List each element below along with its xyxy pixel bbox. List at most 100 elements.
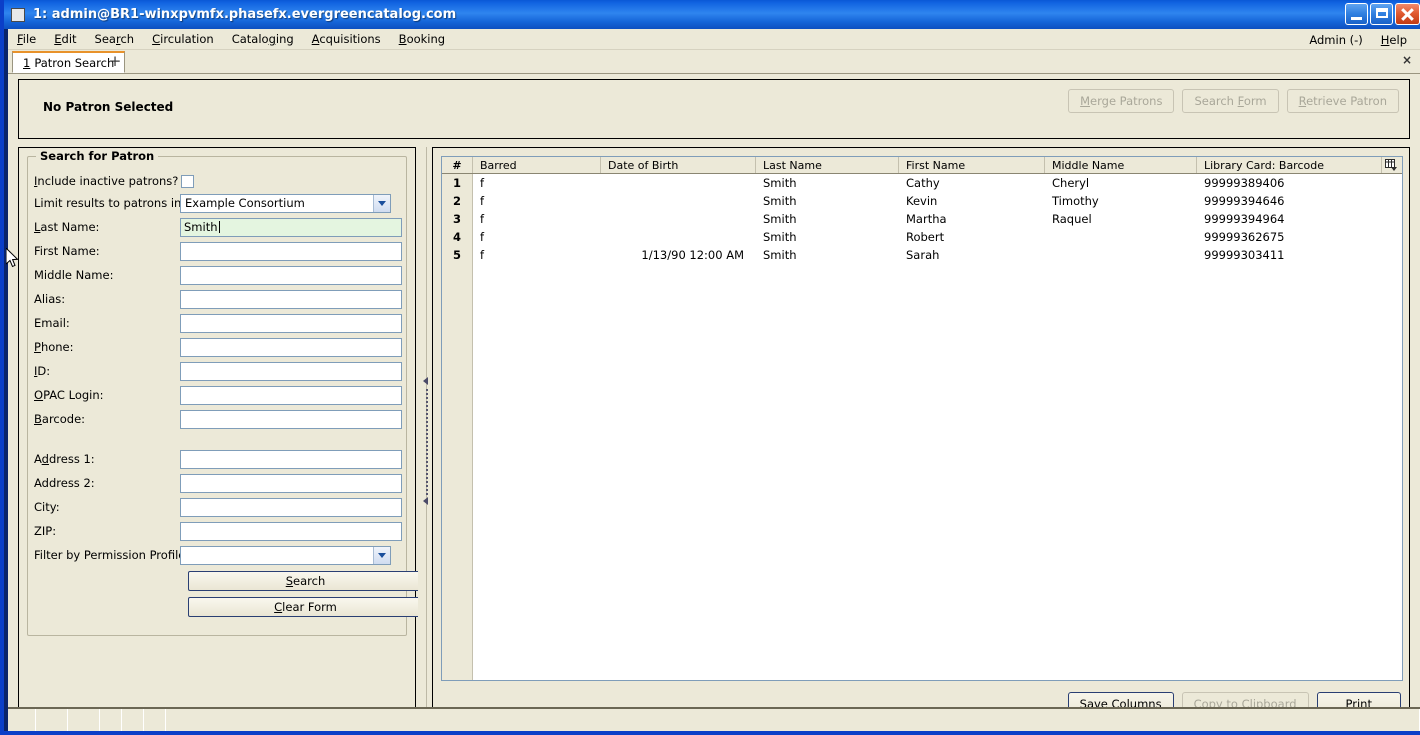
- menu-booking[interactable]: Booking: [390, 30, 454, 48]
- cell-barcode: 99999394964: [1204, 212, 1285, 226]
- menu-edit[interactable]: Edit: [45, 30, 85, 48]
- new-tab-button[interactable]: +: [106, 53, 124, 71]
- patron-status-label: No Patron Selected: [43, 100, 174, 114]
- address2-input[interactable]: [180, 473, 402, 493]
- search-button[interactable]: Search: [188, 571, 423, 591]
- splitter-expand-icon[interactable]: [423, 497, 428, 505]
- column-picker-icon[interactable]: [1383, 158, 1399, 172]
- id-input[interactable]: [180, 361, 402, 381]
- city-input[interactable]: [180, 497, 402, 517]
- search-form-pane: Search for Patron Include inactive patro…: [18, 147, 423, 725]
- cell-first-name: Kevin: [906, 194, 938, 208]
- permission-profile-select[interactable]: [180, 545, 391, 565]
- address1-input[interactable]: [180, 449, 402, 469]
- patron-action-buttons: Merge Patrons Search Form Retrieve Patro…: [1068, 89, 1399, 113]
- table-row[interactable]: 1 f Smith Cathy Cheryl 99999389406: [442, 174, 1402, 192]
- cell-dob: 1/13/90 12:00 AM: [641, 248, 744, 262]
- table-row[interactable]: 3 f Smith Martha Raquel 99999394964: [442, 210, 1402, 228]
- status-segment: [68, 709, 100, 731]
- email-label: Email:: [34, 316, 70, 330]
- cell-dob: [601, 228, 756, 246]
- column-header-barred[interactable]: Barred: [473, 157, 601, 173]
- cell-first-name: Sarah: [906, 248, 940, 262]
- column-header-num[interactable]: #: [442, 157, 473, 173]
- results-pane: # Barred Date of Birth Last Name First N…: [432, 147, 1410, 725]
- menu-bar: File Edit Search Circulation Cataloging …: [8, 29, 1420, 50]
- retrieve-patron-button[interactable]: Retrieve Patron: [1286, 89, 1399, 113]
- window-icon: [11, 7, 25, 22]
- row-number: 2: [442, 192, 473, 210]
- permission-profile-label: Filter by Permission Profile:: [34, 548, 190, 562]
- search-for-patron-fieldset: Search for Patron Include inactive patro…: [27, 149, 423, 636]
- middle-name-input[interactable]: [180, 265, 402, 285]
- menu-acquisitions[interactable]: Acquisitions: [303, 30, 390, 48]
- cell-middle-name: [1045, 228, 1197, 246]
- splitter-grip[interactable]: [426, 389, 428, 495]
- limit-results-value: Example Consortium: [185, 196, 305, 210]
- email-input[interactable]: [180, 313, 402, 333]
- column-header-dob[interactable]: Date of Birth: [601, 157, 756, 173]
- search-form-button[interactable]: Search Form: [1182, 89, 1279, 113]
- tab-bar: 1 Patron Search + ×: [8, 50, 1420, 74]
- main-split-area: Search for Patron Include inactive patro…: [18, 147, 1410, 727]
- close-button[interactable]: [1395, 3, 1420, 25]
- menu-file[interactable]: File: [8, 30, 45, 48]
- column-header-last-name[interactable]: Last Name: [756, 157, 899, 173]
- results-grid-header: # Barred Date of Birth Last Name First N…: [442, 157, 1402, 174]
- city-label: City:: [34, 500, 60, 514]
- include-inactive-label: Include inactive patrons?: [34, 174, 179, 188]
- minimize-button[interactable]: [1345, 3, 1368, 25]
- column-header-barcode[interactable]: Library Card: Barcode: [1197, 157, 1382, 173]
- barcode-input[interactable]: [180, 409, 402, 429]
- cell-barred: f: [480, 212, 485, 226]
- limit-results-select[interactable]: Example Consortium: [180, 193, 391, 213]
- close-tab-button[interactable]: ×: [1400, 54, 1414, 68]
- cell-barcode: 99999362675: [1204, 230, 1285, 244]
- column-header-middle-name[interactable]: Middle Name: [1045, 157, 1197, 173]
- middle-name-label: Middle Name:: [34, 268, 114, 282]
- phone-input[interactable]: [180, 337, 402, 357]
- chevron-down-icon: [373, 194, 390, 212]
- id-label: ID:: [34, 364, 51, 378]
- status-segment: [36, 709, 68, 731]
- address2-label: Address 2:: [34, 476, 95, 490]
- cell-middle-name: Cheryl: [1052, 176, 1090, 190]
- patron-summary-panel: No Patron Selected Merge Patrons Search …: [18, 79, 1410, 139]
- table-row[interactable]: 4 f Smith Robert 99999362675: [442, 228, 1402, 246]
- cell-barred: f: [480, 248, 485, 262]
- title-bar: 1: admin@BR1-winxpvmfx.phasefx.evergreen…: [4, 0, 1420, 29]
- menu-help[interactable]: Help: [1372, 31, 1416, 49]
- row-number: 4: [442, 228, 473, 246]
- results-grid-body: 1 f Smith Cathy Cheryl 99999389406 2 f S…: [442, 174, 1402, 680]
- table-row[interactable]: 2 f Smith Kevin Timothy 99999394646: [442, 192, 1402, 210]
- alias-input[interactable]: [180, 289, 402, 309]
- opac-login-input[interactable]: [180, 385, 402, 405]
- chevron-down-icon: [373, 546, 390, 564]
- cell-middle-name: [1045, 246, 1197, 264]
- status-segment: [8, 709, 36, 731]
- zip-input[interactable]: [180, 521, 402, 541]
- status-segment: [122, 709, 144, 731]
- cell-dob: [601, 174, 756, 192]
- tab-label: Patron Search: [34, 55, 115, 70]
- status-segment: [144, 709, 166, 731]
- splitter-collapse-icon[interactable]: [423, 377, 428, 385]
- cell-barcode: 99999303411: [1204, 248, 1285, 262]
- first-name-input[interactable]: [180, 241, 402, 261]
- menu-bar-right: Admin (-) Help: [1300, 29, 1416, 50]
- menu-circulation[interactable]: Circulation: [143, 30, 223, 48]
- column-header-first-name[interactable]: First Name: [899, 157, 1045, 173]
- menu-cataloging[interactable]: Cataloging: [223, 30, 303, 48]
- last-name-label: Last Name:: [34, 220, 100, 234]
- maximize-button[interactable]: [1370, 3, 1393, 25]
- cell-barred: f: [480, 176, 485, 190]
- last-name-input[interactable]: Smith: [180, 217, 402, 237]
- menu-admin[interactable]: Admin (-): [1300, 31, 1371, 49]
- opac-login-label: OPAC Login:: [34, 388, 104, 402]
- table-row[interactable]: 5 f 1/13/90 12:00 AM Smith Sarah 9999930…: [442, 246, 1402, 264]
- text-caret: [218, 220, 220, 233]
- merge-patrons-button[interactable]: Merge Patrons: [1068, 89, 1175, 113]
- include-inactive-checkbox[interactable]: [181, 174, 194, 188]
- clear-form-button[interactable]: Clear Form: [188, 597, 423, 617]
- menu-search[interactable]: Search: [86, 30, 144, 48]
